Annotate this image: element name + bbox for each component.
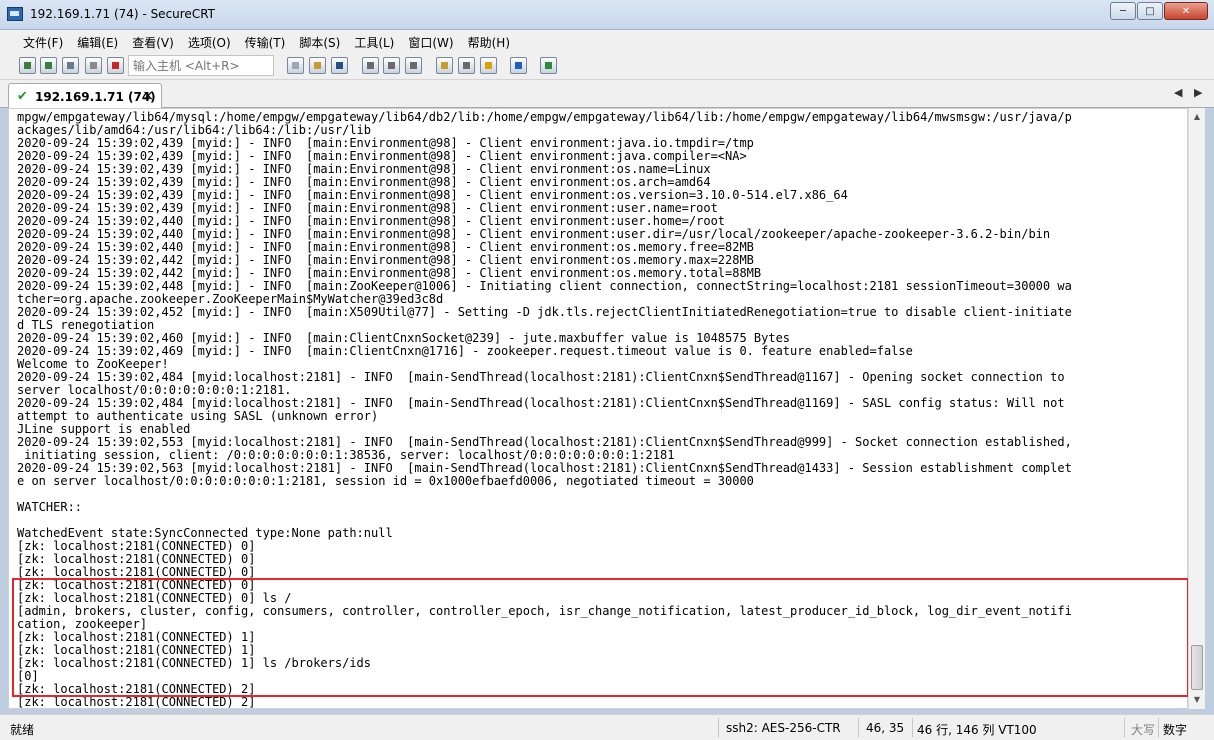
- terminal-line: 2020-09-24 15:39:02,452 [myid:] - INFO […: [17, 305, 1072, 319]
- paste-icon[interactable]: [309, 57, 326, 74]
- terminal-line: [zk: localhost:2181(CONNECTED) 2]: [17, 695, 256, 709]
- close-button[interactable]: ✕: [1164, 2, 1208, 20]
- terminal-line: [zk: localhost:2181(CONNECTED) 1] ls /br…: [17, 656, 372, 670]
- find-icon[interactable]: [331, 57, 348, 74]
- menu-transfer[interactable]: 传输(T): [238, 30, 293, 52]
- status-bar: 就绪 ssh2: AES-256-CTR 46, 35 46 行, 146 列 …: [0, 714, 1214, 740]
- terminal-line: [admin, brokers, cluster, config, consum…: [17, 604, 1072, 618]
- menu-view[interactable]: 查看(V): [125, 30, 181, 52]
- quick-connect-icon[interactable]: [40, 57, 57, 74]
- menu-bar: 文件(F) 编辑(E) 查看(V) 选项(O) 传输(T) 脚本(S) 工具(L…: [0, 30, 1214, 52]
- status-divider: [858, 718, 859, 737]
- securecrt-app-icon: [7, 7, 23, 21]
- menu-file[interactable]: 文件(F): [16, 30, 70, 52]
- key-manager-icon[interactable]: [480, 57, 497, 74]
- session-tab-label: 192.169.1.71 (74): [35, 90, 156, 104]
- scroll-up-icon[interactable]: ▲: [1189, 108, 1205, 125]
- copy-icon[interactable]: [287, 57, 304, 74]
- tab-scroll-left-icon[interactable]: ◀: [1174, 86, 1182, 99]
- tab-scroll-right-icon[interactable]: ▶: [1194, 86, 1202, 99]
- session-tab[interactable]: ✔ 192.169.1.71 (74) ×: [8, 83, 162, 109]
- status-terminal-size: 46 行, 146 列 VT100: [917, 723, 1037, 737]
- menu-window[interactable]: 窗口(W): [401, 30, 460, 52]
- print-icon[interactable]: [405, 57, 422, 74]
- status-divider: [912, 718, 913, 737]
- menu-script[interactable]: 脚本(S): [292, 30, 347, 52]
- help-icon[interactable]: [510, 57, 527, 74]
- window-controls: ─ □ ✕: [1110, 2, 1208, 20]
- terminal-line: e on server localhost/0:0:0:0:0:0:0:1:21…: [17, 474, 754, 488]
- tab-bar: ✔ 192.169.1.71 (74) × ◀ ▶: [0, 80, 1214, 109]
- maximize-button[interactable]: □: [1137, 2, 1163, 20]
- connect-icon[interactable]: [19, 57, 36, 74]
- global-options-icon[interactable]: [458, 57, 475, 74]
- status-caps-lock: 大写: [1131, 723, 1156, 737]
- sftp-icon[interactable]: [540, 57, 557, 74]
- scrollbar-thumb[interactable]: [1191, 645, 1203, 690]
- status-cursor-position: 46, 35: [866, 721, 905, 735]
- terminal-output[interactable]: mpgw/empgateway/lib64/mysql:/home/empgw/…: [8, 108, 1188, 709]
- vertical-scrollbar[interactable]: ▲ ▼: [1188, 108, 1205, 709]
- status-divider: [1158, 718, 1159, 737]
- menu-edit[interactable]: 编辑(E): [70, 30, 125, 52]
- connected-check-icon: ✔: [17, 89, 28, 104]
- window-title: 192.169.1.71 (74) - SecureCRT: [30, 7, 215, 21]
- print-setup-icon[interactable]: [362, 57, 379, 74]
- minimize-button[interactable]: ─: [1110, 2, 1136, 20]
- menu-tools[interactable]: 工具(L): [347, 30, 401, 52]
- connect-tab-icon[interactable]: [62, 57, 79, 74]
- tab-close-icon[interactable]: ×: [142, 88, 154, 104]
- terminal-line: 2020-09-24 15:39:02,469 [myid:] - INFO […: [17, 344, 913, 358]
- status-divider: [718, 718, 719, 737]
- scroll-down-icon[interactable]: ▼: [1189, 691, 1205, 708]
- reconnect-icon[interactable]: [85, 57, 102, 74]
- status-divider: [1124, 718, 1125, 737]
- status-ready: 就绪: [10, 723, 35, 737]
- print-selection-icon[interactable]: [383, 57, 400, 74]
- menu-options[interactable]: 选项(O): [181, 30, 238, 52]
- terminal-line: WATCHER::: [17, 500, 83, 514]
- status-num-lock: 数字: [1163, 723, 1188, 737]
- status-protocol: ssh2: AES-256-CTR: [726, 721, 841, 735]
- terminal-lines: mpgw/empgateway/lib64/mysql:/home/empgw/…: [17, 111, 1072, 709]
- menu-help[interactable]: 帮助(H): [461, 30, 517, 52]
- host-input[interactable]: [128, 55, 274, 76]
- disconnect-icon[interactable]: [107, 57, 124, 74]
- title-bar[interactable]: 192.169.1.71 (74) - SecureCRT ─ □ ✕: [0, 0, 1214, 30]
- session-options-icon[interactable]: [436, 57, 453, 74]
